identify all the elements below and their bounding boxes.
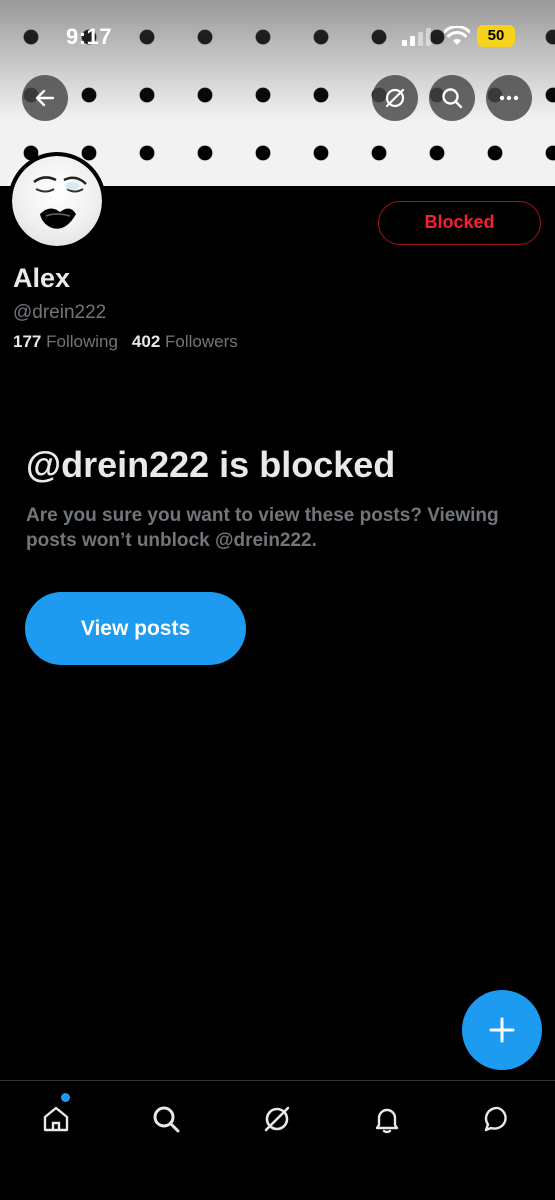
profile-stats: 177 Following 402 Followers: [13, 332, 238, 352]
grok-button[interactable]: [372, 75, 418, 121]
blocked-description: Are you sure you want to view these post…: [26, 505, 499, 551]
grok-icon: [385, 88, 405, 108]
message-icon: [484, 1106, 507, 1132]
nav-search[interactable]: [146, 1099, 186, 1139]
nav-grok[interactable]: [257, 1099, 297, 1139]
following-count: 177: [13, 332, 42, 351]
grok-icon: [264, 1106, 290, 1132]
search-button[interactable]: [429, 75, 475, 121]
home-notification-dot: [61, 1093, 70, 1102]
profile-display-name: Alex: [13, 263, 71, 293]
wifi-icon: [444, 26, 470, 45]
status-bar: 9:17 50: [0, 0, 555, 72]
home-icon: [43, 1106, 69, 1132]
profile-handle: @drein222: [13, 302, 107, 323]
back-arrow-icon: [35, 89, 55, 107]
search-icon: [442, 88, 463, 109]
followers-count: 402: [131, 332, 161, 351]
avatar-image: [12, 156, 102, 246]
blocked-title: @drein222 is blocked: [26, 444, 396, 485]
bottom-navigation: [0, 1080, 555, 1200]
back-button[interactable]: [22, 75, 68, 121]
blocked-button[interactable]: Blocked: [378, 201, 541, 245]
more-icon: [499, 95, 519, 101]
plus-icon: [489, 1017, 515, 1043]
followers-link[interactable]: 402 Followers: [132, 332, 238, 351]
nav-notifications[interactable]: [367, 1099, 407, 1139]
battery-indicator: 50: [477, 25, 515, 47]
bell-icon: [375, 1108, 399, 1134]
more-options-button[interactable]: [486, 75, 532, 121]
view-posts-button[interactable]: View posts: [25, 592, 246, 665]
cellular-signal-icon: [402, 28, 434, 46]
followers-label: Followers: [165, 332, 238, 351]
following-label: Following: [46, 332, 118, 351]
compose-button[interactable]: [462, 990, 542, 1070]
avatar[interactable]: [8, 152, 106, 250]
following-link[interactable]: 177 Following: [13, 332, 118, 351]
status-time: 9:17: [66, 24, 113, 49]
nav-messages[interactable]: [478, 1099, 518, 1139]
search-icon: [153, 1106, 180, 1133]
nav-home[interactable]: [36, 1099, 76, 1139]
